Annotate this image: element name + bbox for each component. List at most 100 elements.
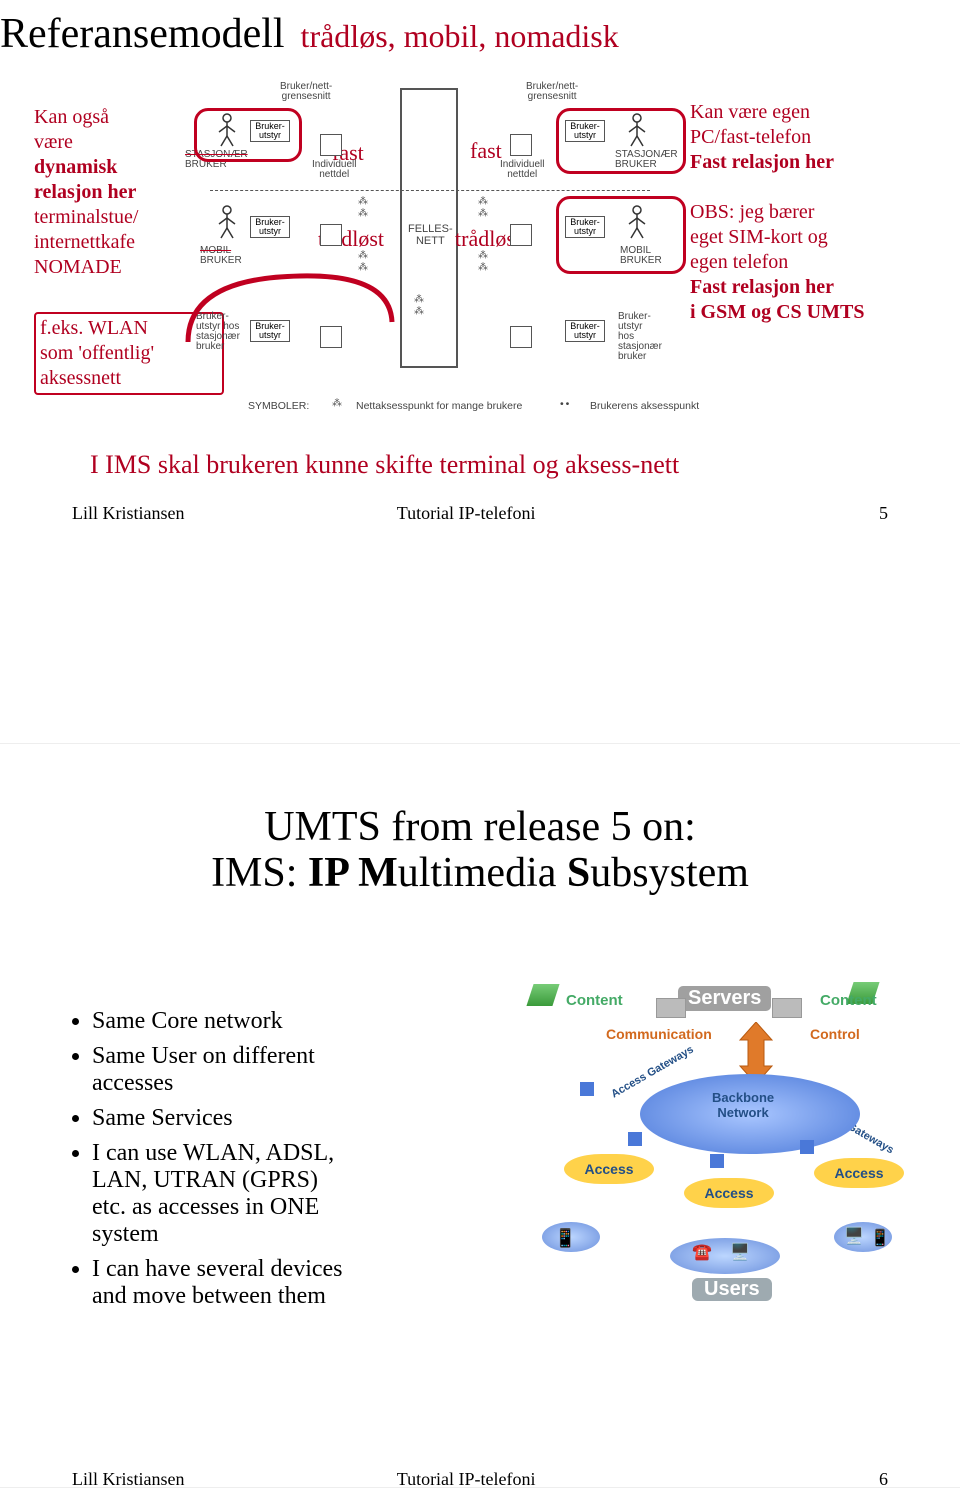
router-icon xyxy=(580,1082,594,1096)
server-box-icon xyxy=(772,998,802,1018)
bullet: Same Services xyxy=(92,1105,504,1132)
telephone-icon: ☎️ xyxy=(692,1242,712,1262)
label-individuell: Individuell nettdel xyxy=(500,160,544,180)
t: Network xyxy=(717,1105,768,1120)
t: Backbone xyxy=(712,1090,774,1105)
access-blob: Access xyxy=(684,1178,774,1208)
t: bruker xyxy=(618,351,646,362)
phone-icon: 📱 xyxy=(870,1228,890,1248)
t: I can use WLAN, ADSL, xyxy=(92,1140,334,1166)
red-ring xyxy=(556,196,686,274)
slide2-title: UMTS from release 5 on: IMS: IP Multimed… xyxy=(0,804,960,896)
wireless-icon: ⁂⁂ xyxy=(478,250,487,274)
red-ring xyxy=(194,108,302,162)
network-diagram: Content Servers Content Communication Co… xyxy=(520,982,920,1342)
box-brukerutstyr: Bruker- utstyr xyxy=(250,216,290,238)
t: terminalstue/ xyxy=(34,206,138,228)
annot-right-pc: Kan være egen PC/fast-telefon Fast relas… xyxy=(690,100,920,175)
t: I can have several devices xyxy=(92,1256,343,1282)
t: LAN, UTRAN (GPRS) xyxy=(92,1167,318,1193)
symbols-one: Brukerens aksesspunkt xyxy=(590,400,699,412)
label-individuell: Individuell nettdel xyxy=(312,160,356,180)
t: BRUKER xyxy=(200,255,242,266)
slide-2: UMTS from release 5 on: IMS: IP Multimed… xyxy=(0,744,960,1488)
computer-icon: 🖥️ xyxy=(730,1242,750,1262)
t: som 'offentlig' xyxy=(40,342,154,364)
t: relasjon her xyxy=(34,181,136,203)
label-servers: Servers xyxy=(678,986,771,1011)
title-main: Referansemodell xyxy=(0,11,285,57)
slide-1: Referansemodell trådløs, mobil, nomadisk… xyxy=(0,0,960,744)
title-l1: UMTS from release 5 on: xyxy=(264,804,696,850)
stick-figure-icon xyxy=(215,204,239,245)
wireless-icon: ⁂⁂ xyxy=(478,196,487,220)
wireless-icon: ⁂⁂ xyxy=(358,196,367,220)
router-icon xyxy=(628,1132,642,1146)
box-empty xyxy=(510,326,532,348)
label-content-r: Content xyxy=(820,992,877,1009)
t: NOMADE xyxy=(34,256,122,278)
t: etc. as accesses in ONE xyxy=(92,1194,319,1220)
t: PC/fast-telefon xyxy=(690,126,811,148)
author: Lill Kristiansen xyxy=(72,503,184,524)
t: NETT xyxy=(416,235,445,247)
dots-icon: •• xyxy=(560,398,571,410)
label-users: Users xyxy=(692,1278,772,1301)
bullet: I can use WLAN, ADSL, LAN, UTRAN (GPRS) … xyxy=(92,1140,504,1248)
phone-icon: 📱 xyxy=(554,1228,576,1249)
annot-right-sim: OBS: jeg bærer eget SIM-kort og egen tel… xyxy=(690,200,920,325)
t: accesses xyxy=(92,1070,173,1096)
label-communication: Communication xyxy=(606,1026,712,1042)
label-content-l: Content xyxy=(566,992,623,1009)
t: Fast relasjon her xyxy=(690,276,834,298)
bullet: Same Core network xyxy=(92,1008,504,1035)
label-backbone: Backbone Network xyxy=(712,1090,774,1120)
wireless-icon: ⁂ xyxy=(332,398,341,410)
bullet: I can have several devices and move betw… xyxy=(92,1256,504,1310)
page-num: 6 xyxy=(879,1469,888,1490)
t: IP M xyxy=(308,850,398,896)
label-control: Control xyxy=(810,1026,860,1042)
t: Kan være egen xyxy=(690,101,810,123)
t: være xyxy=(34,131,73,153)
access-blob: Access xyxy=(564,1154,654,1184)
t: grensesnitt xyxy=(282,91,331,102)
bullet: Same User on different accesses xyxy=(92,1043,504,1097)
symbols-label: SYMBOLER: xyxy=(248,400,309,412)
t: grensesnitt xyxy=(528,91,577,102)
t: aksessnett xyxy=(40,367,121,389)
t: FELLES- xyxy=(408,223,453,235)
t: Same User on different xyxy=(92,1043,315,1069)
red-ring xyxy=(556,108,686,174)
t: Access xyxy=(584,1161,633,1177)
t: OBS: jeg bærer xyxy=(690,201,814,223)
t: utstyr xyxy=(574,330,596,340)
t: IMS: xyxy=(211,850,308,896)
dashed-line xyxy=(210,190,650,191)
router-icon xyxy=(710,1154,724,1168)
author: Lill Kristiansen xyxy=(72,1469,184,1490)
box-empty xyxy=(320,134,342,156)
felles-nett-label: FELLES- NETT xyxy=(408,224,453,247)
t: nettdel xyxy=(507,169,537,180)
t: dynamisk xyxy=(34,156,117,178)
box-empty xyxy=(320,224,342,246)
t: and move between them xyxy=(92,1283,326,1309)
t: egen telefon xyxy=(690,251,788,273)
t: ultimedia xyxy=(398,850,567,896)
box-empty xyxy=(510,134,532,156)
t: Kan også xyxy=(34,106,109,128)
t: internettkafe xyxy=(34,231,135,253)
label-bruker-nett-right: Bruker/nett- grensesnitt xyxy=(526,82,578,102)
t: S xyxy=(567,850,590,896)
t: system xyxy=(92,1221,159,1247)
tutorial: Tutorial IP-telefoni xyxy=(397,1469,536,1490)
tutorial: Tutorial IP-telefoni xyxy=(397,503,536,524)
conclusion: I IMS skal brukeren kunne skifte termina… xyxy=(90,450,850,480)
red-connector xyxy=(180,270,400,360)
router-icon xyxy=(800,1140,814,1154)
server-icon xyxy=(526,984,559,1006)
t: Fast relasjon her xyxy=(690,151,834,173)
t: ubsystem xyxy=(590,850,749,896)
t: Access xyxy=(704,1185,753,1201)
